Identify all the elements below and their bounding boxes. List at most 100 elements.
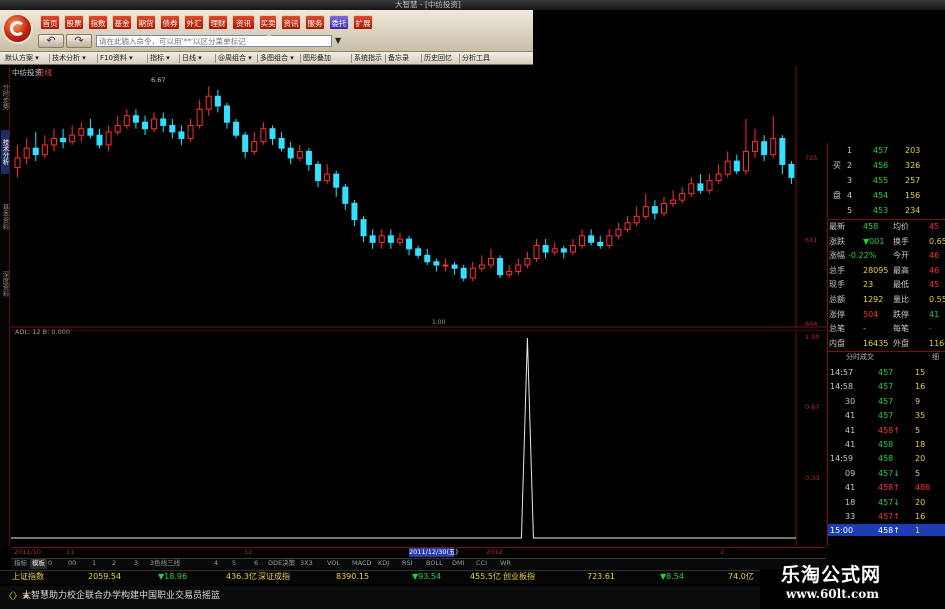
indicator-tab[interactable]: 5 — [232, 558, 236, 569]
tab-basic-info[interactable]: 基本资料 — [1, 195, 9, 239]
toolbar-button[interactable]: 首页 — [40, 15, 60, 30]
toolbar-button[interactable]: 基金 — [112, 15, 132, 30]
menu-item[interactable]: 指标 ▾ — [150, 52, 170, 65]
indicator-tab[interactable]: WR — [500, 558, 511, 569]
indicator-tab[interactable]: 3X3 — [300, 558, 313, 569]
indicator-tab[interactable]: CCI — [476, 558, 487, 569]
menu-item[interactable]: 图形叠加 — [303, 52, 331, 65]
candle-body — [742, 150, 749, 172]
candle-body — [305, 150, 312, 165]
indicator-tab[interactable]: 6 — [254, 558, 258, 569]
candle-body — [14, 157, 21, 169]
orderbook-price[interactable]: 453 — [873, 205, 888, 216]
tab-intraday[interactable]: 分时走势 — [1, 72, 9, 122]
orderbook-price[interactable]: 456 — [873, 160, 888, 171]
candle-body — [460, 267, 467, 279]
toolbar-button[interactable]: 资讯 — [281, 15, 301, 30]
axis-date: 2011/10 — [14, 548, 42, 556]
candle-body — [387, 235, 394, 243]
candle-body — [478, 264, 485, 269]
candle-body — [287, 147, 294, 159]
toolbar-button[interactable]: 债券 — [160, 15, 180, 30]
indicator-tab[interactable]: MACD — [352, 558, 371, 569]
command-dropdown-icon[interactable]: ▼ — [335, 36, 341, 45]
index-name[interactable]: 上证指数 — [12, 571, 44, 583]
cursor-date: 2011/12/30(五) — [409, 548, 459, 557]
menu-item[interactable]: 多图组合 ▾ — [260, 52, 294, 65]
quote-label: 量比 — [893, 295, 909, 304]
orderbook-price[interactable]: 454 — [873, 190, 888, 201]
toolbar-button[interactable]: 理财 — [208, 15, 228, 30]
toolbar-button[interactable]: 外汇 — [184, 15, 204, 30]
menu-item[interactable]: 历史回忆 — [424, 52, 452, 65]
index-name[interactable]: 创业板指 — [503, 571, 535, 583]
indicator-tab[interactable]: BOLL — [426, 558, 443, 569]
quote-value: - — [929, 324, 932, 334]
menu-item[interactable]: 技术分析 ▾ — [52, 52, 86, 65]
menu-separator — [97, 54, 98, 63]
candle-body — [242, 134, 249, 152]
candle-body — [214, 95, 221, 107]
forward-arrow-icon[interactable]: ↷ — [66, 34, 92, 48]
axis-date: 11 — [66, 548, 75, 556]
toolbar-button[interactable]: 资讯 — [232, 15, 255, 30]
indicator-tab[interactable]: 0 — [48, 558, 52, 569]
trade-price: 457 — [878, 382, 894, 392]
trade-volume: 486 — [915, 483, 931, 493]
tab-technical[interactable]: 技术分析 — [1, 130, 9, 174]
candle-body — [415, 248, 422, 256]
price-axis-label: 611 — [805, 236, 818, 244]
toolbar-button[interactable]: 期货 — [136, 15, 156, 30]
menu-item[interactable]: 默认方案 ▾ — [5, 52, 39, 65]
indicator-tab[interactable]: KDJ — [378, 558, 389, 569]
indicator-tab[interactable]: 3色线三线 — [150, 558, 180, 569]
indicator-tab[interactable]: 模板 — [30, 558, 47, 569]
ticker-text[interactable]: 大智慧助力校企联合办学构建中国职业交易员摇篮 — [22, 590, 220, 602]
menu-item[interactable]: 分析工具 — [462, 52, 490, 65]
trades-header-extra[interactable]: 细 — [932, 352, 939, 363]
candle-body — [697, 183, 704, 191]
quote-label: 跌停 — [893, 309, 909, 319]
menu-item[interactable]: @周组合 ▾ — [218, 52, 252, 65]
indicator-tab[interactable]: 2 — [112, 558, 116, 569]
indicator-chart[interactable] — [11, 330, 826, 546]
toolbar-button[interactable]: 委托 — [329, 15, 349, 30]
axis-date: 2012 — [486, 548, 503, 556]
trades-header[interactable]: 分时成交 — [846, 352, 874, 363]
command-input[interactable] — [96, 35, 332, 47]
menu-item[interactable]: 备忘录 — [388, 52, 409, 65]
toolbar-button[interactable]: 股票 — [64, 15, 84, 30]
back-arrow-icon[interactable]: ↶ — [38, 34, 64, 48]
indicator-tab[interactable]: DMI — [452, 558, 465, 569]
trade-price: 458 — [878, 440, 894, 449]
candle-body — [78, 128, 85, 136]
candle-body — [651, 206, 658, 214]
candle-body — [41, 144, 48, 156]
orderbook-price[interactable]: 455 — [873, 175, 888, 186]
indicator-tab[interactable]: RSI — [402, 558, 413, 569]
tab-deep-info[interactable]: 深度资料 — [1, 262, 9, 306]
index-name[interactable]: 深证成指 — [258, 571, 290, 583]
menu-item[interactable]: 系统指示 — [354, 52, 382, 65]
indicator-tab[interactable]: 00 — [68, 558, 76, 569]
indicator-tab[interactable]: 指标 — [14, 558, 27, 569]
trade-time: 14:57 — [830, 368, 854, 377]
toolbar-button[interactable]: 扩展 — [353, 15, 373, 30]
trade-volume: 9 — [915, 396, 921, 406]
menu-item[interactable]: 日线 ▾ — [182, 52, 202, 65]
indicator-tab[interactable]: DDE决策 — [268, 558, 295, 569]
indicator-tab[interactable]: 4 — [214, 558, 218, 569]
indicator-tab[interactable]: VOL — [327, 558, 340, 569]
candle-body — [733, 160, 740, 172]
indicator-tab[interactable]: 3 — [134, 558, 138, 569]
candlestick-chart[interactable] — [11, 66, 826, 328]
orderbook-side-label: 盘 — [833, 191, 841, 200]
candle-body — [433, 261, 440, 266]
toolbar-button[interactable]: 买卖点 — [259, 15, 277, 43]
toolbar-button[interactable]: 指数 — [88, 15, 108, 30]
toolbar-button[interactable]: 服务 — [305, 15, 325, 30]
indicator-tab[interactable]: 1 — [92, 558, 96, 569]
orderbook-price[interactable]: 457 — [873, 145, 888, 156]
menu-item[interactable]: F10资料 ▾ — [100, 52, 133, 65]
quote-label: 外盘 — [893, 338, 909, 348]
